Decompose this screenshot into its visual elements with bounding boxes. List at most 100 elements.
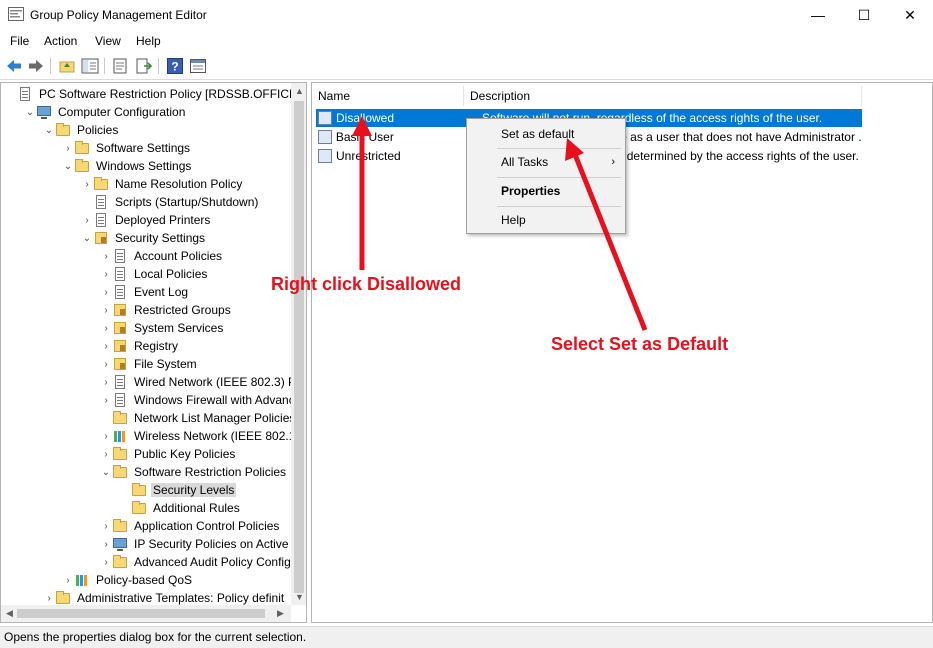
tree-node-label: Security Levels (151, 483, 237, 497)
computer-icon (36, 104, 52, 120)
tree-pane[interactable]: PC Software Restriction Policy [RDSSB.OF… (0, 82, 307, 623)
up-folder-icon[interactable] (58, 57, 76, 75)
menu-item-set-as-default[interactable]: Set as default (467, 123, 625, 145)
collapse-arrow-icon[interactable]: ⌄ (81, 229, 93, 247)
tree-node[interactable]: › Policy-based QoS (62, 571, 194, 589)
tree-node[interactable]: PC Software Restriction Policy [RDSSB.OF… (5, 85, 306, 103)
folder-icon (74, 140, 90, 156)
tree-node[interactable]: ⌄ Policies (43, 121, 120, 139)
scroll-up-icon[interactable]: ▲ (295, 86, 304, 96)
expand-arrow-icon[interactable]: › (100, 319, 112, 337)
export-icon[interactable] (135, 57, 153, 75)
scroll-right-icon[interactable]: ▶ (277, 608, 284, 619)
tree-node[interactable]: ⌄ Software Restriction Policies (100, 463, 288, 481)
expand-arrow-icon[interactable]: › (100, 391, 112, 409)
minimize-button[interactable]: — (795, 0, 841, 30)
expand-arrow-icon[interactable]: › (81, 175, 93, 193)
collapse-arrow-icon[interactable]: ⌄ (62, 157, 74, 175)
tree-vertical-scrollbar[interactable]: ▲ ▼ (291, 83, 306, 605)
column-header-name[interactable]: Name (312, 86, 464, 106)
expand-arrow-icon[interactable]: › (100, 517, 112, 535)
view-icon[interactable] (189, 57, 207, 75)
properties-icon[interactable] (111, 57, 129, 75)
close-button[interactable]: ✕ (887, 0, 933, 30)
policy-document-icon-shape (115, 285, 125, 299)
tree-node[interactable]: › Application Control Policies (100, 517, 281, 535)
menu-item-properties[interactable]: Properties (467, 180, 625, 202)
expand-arrow-icon[interactable]: › (100, 337, 112, 355)
expand-arrow-icon[interactable]: › (100, 355, 112, 373)
tree-node[interactable]: › Software Settings (62, 139, 192, 157)
show-hide-tree-icon[interactable] (81, 57, 99, 75)
expand-arrow-icon[interactable]: › (100, 283, 112, 301)
security-folder-icon-shape (114, 304, 126, 316)
tree-node[interactable]: › File System (100, 355, 199, 373)
tree-node[interactable]: ⌄ Windows Settings (62, 157, 193, 175)
tree-node[interactable]: › Restricted Groups (100, 301, 233, 319)
scroll-thumb[interactable] (294, 101, 304, 593)
tree-node[interactable]: ⌄ Computer Configuration (24, 103, 187, 121)
tree-horizontal-scrollbar[interactable]: ◀ ▶ (1, 605, 291, 622)
menu-view[interactable]: View (95, 34, 121, 48)
column-header-description[interactable]: Description (464, 86, 862, 106)
back-icon[interactable] (5, 57, 23, 75)
app-icon (8, 7, 24, 21)
tree-node[interactable]: › Name Resolution Policy (81, 175, 244, 193)
tree-node[interactable]: Network List Manager Policies (100, 409, 297, 427)
menu-file[interactable]: File (10, 34, 29, 48)
scroll-left-icon[interactable]: ◀ (6, 608, 13, 619)
tree-node[interactable]: › Windows Firewall with Advance (100, 391, 303, 409)
tree-node[interactable]: › Account Policies (100, 247, 224, 265)
menu-action[interactable]: Action (44, 34, 77, 48)
expand-arrow-icon[interactable]: › (100, 445, 112, 463)
tree-node[interactable]: › Wired Network (IEEE 802.3) Polic (100, 373, 306, 391)
folder-icon-shape (113, 411, 127, 424)
expand-arrow-icon[interactable]: › (100, 427, 112, 445)
tree-node[interactable]: › Event Log (100, 283, 190, 301)
expand-arrow-icon[interactable]: › (100, 553, 112, 571)
tree-node[interactable]: › Wireless Network (IEEE 802.11) P (100, 427, 306, 445)
collapse-arrow-icon[interactable]: ⌄ (100, 463, 112, 481)
tree-node[interactable]: Additional Rules (119, 499, 242, 517)
tree-node[interactable]: ⌄ Security Settings (81, 229, 207, 247)
tree-node[interactable]: › Registry (100, 337, 180, 355)
tree-node[interactable]: › Advanced Audit Policy Configu (100, 553, 299, 571)
policy-document-icon-shape (115, 267, 125, 281)
collapse-arrow-icon[interactable]: ⌄ (43, 121, 55, 139)
tree-node-label: Policy-based QoS (96, 573, 193, 587)
expand-arrow-icon[interactable]: › (100, 373, 112, 391)
expand-arrow-icon[interactable]: › (62, 571, 74, 589)
maximize-button[interactable]: ☐ (841, 0, 887, 30)
scroll-down-icon[interactable]: ▼ (295, 592, 304, 602)
security-folder-icon-shape (114, 340, 126, 352)
tree-node[interactable]: › Public Key Policies (100, 445, 237, 463)
menu-item-all-tasks[interactable]: All Tasks › (467, 151, 625, 173)
expand-arrow-icon[interactable]: › (81, 211, 93, 229)
tree-node[interactable]: Scripts (Startup/Shutdown) (81, 193, 260, 211)
tree-node[interactable]: › Local Policies (100, 265, 209, 283)
tree-node[interactable]: › System Services (100, 319, 225, 337)
collapse-arrow-icon[interactable]: ⌄ (24, 103, 36, 121)
expand-arrow-icon[interactable]: › (100, 301, 112, 319)
menu-help[interactable]: Help (136, 34, 161, 48)
expand-arrow-icon[interactable]: › (62, 139, 74, 157)
tree-node[interactable]: › IP Security Policies on Active Dir (100, 535, 307, 553)
menu-item-help[interactable]: Help (467, 209, 625, 231)
scroll-thumb[interactable] (17, 609, 265, 618)
expand-arrow-icon[interactable]: › (100, 535, 112, 553)
folder-icon (131, 482, 147, 498)
tree-node[interactable]: › Deployed Printers (81, 211, 212, 229)
tree-node[interactable]: Security Levels (119, 481, 237, 499)
tree-node-label: IP Security Policies on Active Dir (134, 537, 307, 551)
folder-icon-shape (75, 141, 89, 154)
help-icon[interactable]: ? (166, 57, 184, 75)
expand-arrow-icon[interactable]: › (100, 247, 112, 265)
status-bar: Opens the properties dialog box for the … (0, 626, 933, 648)
menu-bar: File Action View Help (0, 30, 933, 52)
security-level-icon (318, 149, 332, 163)
expand-arrow-icon[interactable]: › (100, 265, 112, 283)
forward-icon[interactable] (27, 57, 45, 75)
security-level-icon (318, 130, 332, 144)
